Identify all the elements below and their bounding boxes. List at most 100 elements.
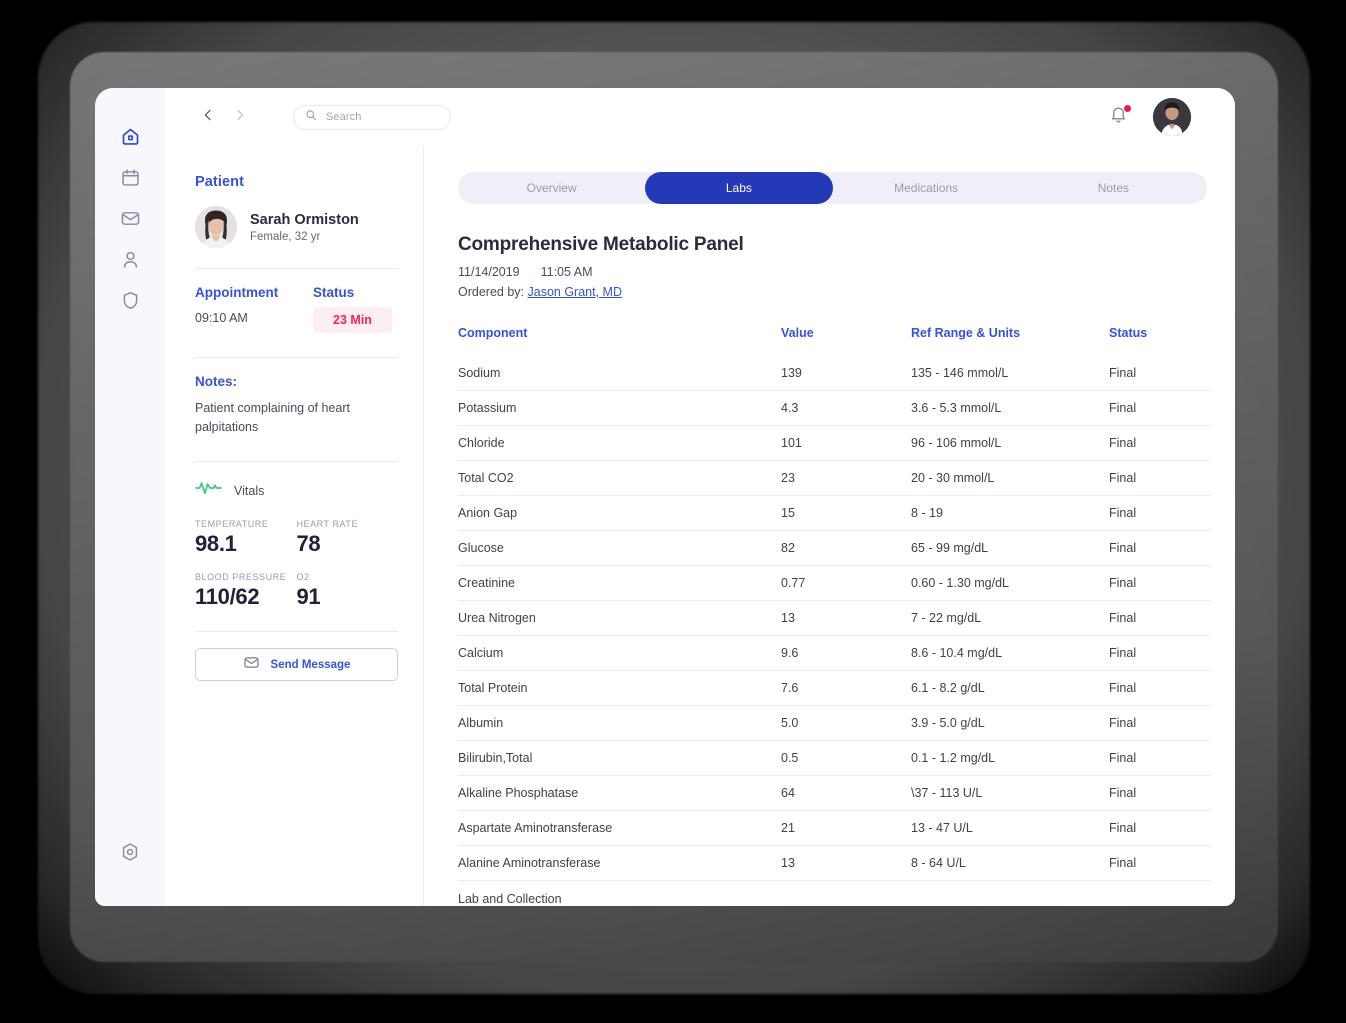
table-row: Creatinine 0.77 0.60 - 1.30 mg/dL Final	[458, 565, 1211, 601]
cell-component: Alanine Aminotransferase	[458, 845, 781, 881]
cell-status: Final	[1109, 600, 1211, 636]
sidebar-item-security[interactable]	[113, 283, 147, 317]
ordered-by-row: Ordered by: Jason Grant, MD	[458, 285, 1207, 299]
app-window: Search Patient Sarah Ormiston Female, 32…	[95, 88, 1235, 906]
table-row: Glucose 82 65 - 99 mg/dL Final	[458, 530, 1211, 566]
sidebar-item-calendar[interactable]	[113, 160, 147, 194]
tab-medications[interactable]: Medications	[833, 172, 1020, 204]
vital-label: BLOOD PRESSURE	[195, 572, 287, 582]
vitals-header: Vitals	[195, 480, 398, 501]
cell-value: 139	[781, 366, 802, 380]
cell-value: 101	[781, 425, 911, 461]
nav-forward-button[interactable]	[227, 104, 253, 130]
vital-value: 91	[296, 584, 321, 609]
vitals-label: Vitals	[234, 483, 265, 498]
patient-panel: Patient Sarah Ormiston Female, 32 yr App…	[165, 146, 424, 906]
ordered-by-label: Ordered by:	[458, 285, 525, 299]
notifications-button[interactable]	[1105, 104, 1131, 130]
screenshot-stage: Search Patient Sarah Ormiston Female, 32…	[0, 0, 1346, 1023]
heartbeat-icon	[195, 480, 222, 501]
patient-section-label: Patient	[195, 174, 245, 190]
cell-component: Albumin	[458, 705, 781, 741]
cell-value: 13	[781, 845, 911, 881]
cell-status: Final	[1109, 565, 1211, 601]
user-avatar[interactable]	[1153, 98, 1191, 136]
notification-dot	[1124, 105, 1131, 112]
cell-component: Alkaline Phosphatase	[458, 775, 781, 811]
table-header: Component Value Ref Range & Units Status	[458, 326, 1211, 356]
table-row: Anion Gap 15 8 - 19 Final	[458, 495, 1211, 531]
tab-bar: Overview Labs Medications Notes	[458, 172, 1207, 204]
lab-report-panel: Overview Labs Medications Notes Comprehe…	[424, 146, 1235, 906]
ordered-by-link[interactable]: Jason Grant, MD	[528, 285, 622, 299]
patient-avatar	[195, 206, 237, 248]
cell-value: 15	[781, 495, 911, 531]
send-message-label: Send Message	[270, 658, 351, 671]
notes-text: Patient complaining of heart palpitation…	[195, 401, 350, 434]
appointment-block: Appointment 09:10 AM	[195, 285, 313, 333]
shield-icon	[120, 290, 141, 311]
table-row: Sodium 139 135 - 146 mmol/L Final	[458, 356, 1211, 391]
cell-component: Glucose	[458, 530, 781, 566]
column-header-status: Status	[1109, 326, 1148, 340]
cell-ref-range: 8 - 64 U/L	[911, 845, 1109, 881]
column-header-ref-range: Ref Range & Units	[911, 326, 1021, 340]
table-body: Sodium 139 135 - 146 mmol/L Final Potass…	[458, 356, 1211, 906]
cell-status: Final	[1109, 740, 1211, 776]
divider	[195, 631, 398, 632]
sidebar-item-settings[interactable]	[113, 835, 147, 869]
tab-notes[interactable]: Notes	[1020, 172, 1207, 204]
content-area: Patient Sarah Ormiston Female, 32 yr App…	[165, 146, 1235, 906]
chevron-right-icon	[232, 107, 248, 128]
sidebar-item-profile[interactable]	[113, 242, 147, 276]
table-row: Chloride 101 96 - 106 mmol/L Final	[458, 425, 1211, 461]
search-icon	[305, 108, 317, 126]
cell-component: Calcium	[458, 635, 781, 671]
cell-component: Sodium	[458, 366, 501, 380]
vitals-grid: TEMPERATURE 98.1 HEART RATE 78 BLOOD PRE…	[195, 519, 398, 625]
nav-back-button[interactable]	[195, 104, 221, 130]
sidebar-nav	[95, 88, 165, 906]
cell-status: Final	[1109, 810, 1211, 846]
divider	[195, 357, 398, 358]
envelope-icon	[243, 654, 260, 676]
report-title: Comprehensive Metabolic Panel	[458, 234, 744, 255]
vital-heart-rate: HEART RATE 78	[297, 519, 399, 557]
cell-status: Final	[1109, 390, 1211, 426]
vital-label: HEART RATE	[296, 519, 359, 529]
table-row: Albumin 5.0 3.9 - 5.0 g/dL Final	[458, 705, 1211, 741]
cell-component: Total Protein	[458, 670, 781, 706]
cell-ref-range: 65 - 99 mg/dL	[911, 530, 1109, 566]
avatar-image	[1153, 98, 1191, 136]
appointment-status-row: Appointment 09:10 AM Status 23 Min	[195, 285, 398, 333]
status-label: Status	[313, 285, 355, 300]
cell-status: Final	[1109, 775, 1211, 811]
search-input[interactable]: Search	[293, 104, 451, 130]
cell-value: 4.3	[781, 390, 911, 426]
table-row: Aspartate Aminotransferase 21 13 - 47 U/…	[458, 810, 1211, 846]
lab-results-table: Component Value Ref Range & Units Status…	[458, 326, 1211, 906]
cell-value: 64	[781, 775, 911, 811]
cell-ref-range: 20 - 30 mmol/L	[911, 460, 1109, 496]
cell-ref-range: 6.1 - 8.2 g/dL	[911, 670, 1109, 706]
tab-labs[interactable]: Labs	[645, 172, 833, 204]
appointment-time: 09:10 AM	[195, 311, 248, 325]
cell-status: Final	[1109, 635, 1211, 671]
table-header-row: Component Value Ref Range & Units Status	[458, 326, 1211, 356]
patient-demographics: Female, 32 yr	[250, 231, 321, 244]
report-datetime: 11/14/2019 11:05 AM	[458, 265, 1207, 279]
cell-value: 5.0	[781, 705, 911, 741]
report-date: 11/14/2019	[458, 265, 520, 279]
sidebar-item-mail[interactable]	[113, 201, 147, 235]
cell-ref-range: \37 - 113 U/L	[911, 775, 1109, 811]
cell-ref-range: 0.1 - 1.2 mg/dL	[911, 740, 1109, 776]
sidebar-item-home[interactable]	[113, 119, 147, 153]
cell-value: 9.6	[781, 635, 911, 671]
cell-component: Aspartate Aminotransferase	[458, 810, 781, 846]
table-row: Calcium 9.6 8.6 - 10.4 mg/dL Final	[458, 635, 1211, 671]
send-message-button[interactable]: Send Message	[195, 648, 398, 681]
cell-status: Final	[1109, 460, 1211, 496]
tab-overview[interactable]: Overview	[458, 172, 645, 204]
table-row: Total Protein 7.6 6.1 - 8.2 g/dL Final	[458, 670, 1211, 706]
table-row: Total CO2 23 20 - 30 mmol/L Final	[458, 460, 1211, 496]
